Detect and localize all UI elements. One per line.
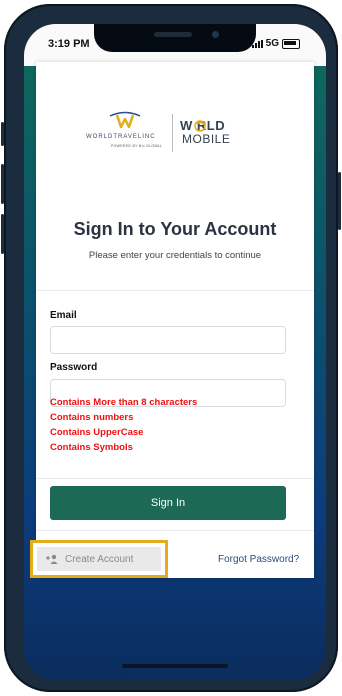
worldmobile-logo-icon — [194, 120, 206, 132]
password-rule: Contains More than 8 characters — [50, 397, 198, 408]
volume-up-button — [1, 164, 4, 204]
signin-button[interactable]: Sign In — [50, 486, 286, 520]
status-bar: 3:19 PM 5G — [24, 24, 326, 66]
page-title: Sign In to Your Account — [73, 219, 277, 239]
page-subtitle: Please enter your credentials to continu… — [88, 250, 262, 261]
create-account-label: Create Account — [65, 553, 134, 565]
mute-switch — [1, 122, 4, 146]
volume-down-button — [1, 214, 4, 254]
worldtravel-tagline: POWERED BY Bio GLOBAL — [111, 144, 162, 148]
create-account-highlight: Create Account — [30, 540, 168, 578]
header-divider — [36, 290, 314, 291]
form-divider — [36, 478, 314, 479]
password-rule: Contains Symbols — [50, 442, 133, 453]
email-label: Email — [50, 310, 77, 321]
password-rule: Contains UpperCase — [50, 427, 144, 438]
power-button — [338, 172, 341, 230]
signin-card: WORLDTRAVELINC POWERED BY Bio GLOBAL W R… — [30, 62, 314, 578]
home-indicator — [122, 664, 228, 668]
battery-icon — [282, 38, 300, 49]
password-label: Password — [50, 362, 98, 373]
front-camera — [212, 31, 219, 38]
signal-icon — [251, 39, 263, 48]
worldmobile-subname: MOBILE — [182, 132, 231, 146]
logo-divider — [172, 114, 173, 152]
status-indicators: 5G — [251, 38, 300, 49]
notch — [94, 24, 256, 52]
worldtravel-logo-icon — [109, 111, 141, 129]
worldtravel-name: WORLDTRAVELINC — [86, 134, 156, 140]
footer-divider — [36, 530, 314, 531]
add-user-icon — [46, 554, 58, 564]
speaker — [154, 32, 192, 37]
network-type: 5G — [265, 38, 279, 49]
password-rule: Contains numbers — [50, 412, 134, 423]
status-time: 3:19 PM — [48, 38, 90, 50]
create-account-button[interactable]: Create Account — [37, 547, 161, 571]
email-field[interactable] — [50, 326, 286, 354]
phone-screen: 3:19 PM 5G WORLDTRAVELINC POWERED BY Bio… — [24, 24, 326, 680]
forgot-password-link[interactable]: Forgot Password? — [218, 554, 299, 565]
brand-logo: WORLDTRAVELINC POWERED BY Bio GLOBAL W R… — [36, 110, 314, 162]
phone-frame: 3:19 PM 5G WORLDTRAVELINC POWERED BY Bio… — [1, 4, 341, 692]
password-rules: Contains More than 8 characters Contains… — [50, 395, 197, 455]
